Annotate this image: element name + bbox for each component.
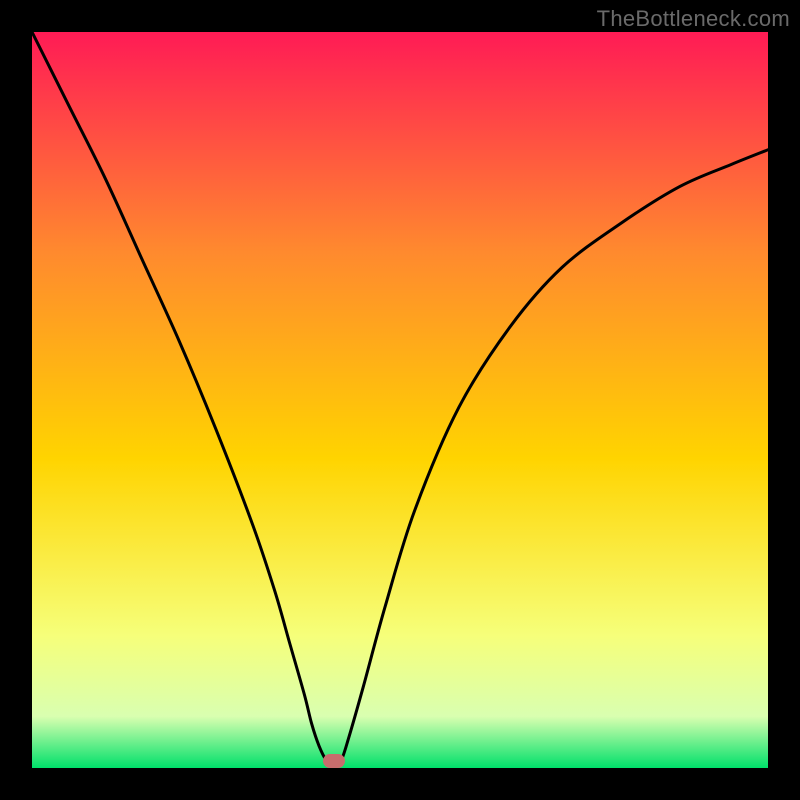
chart-frame: TheBottleneck.com <box>0 0 800 800</box>
bottleneck-curve <box>32 32 768 768</box>
optimal-point-marker <box>323 754 345 768</box>
watermark-text: TheBottleneck.com <box>597 6 790 32</box>
curve-layer <box>32 32 768 768</box>
